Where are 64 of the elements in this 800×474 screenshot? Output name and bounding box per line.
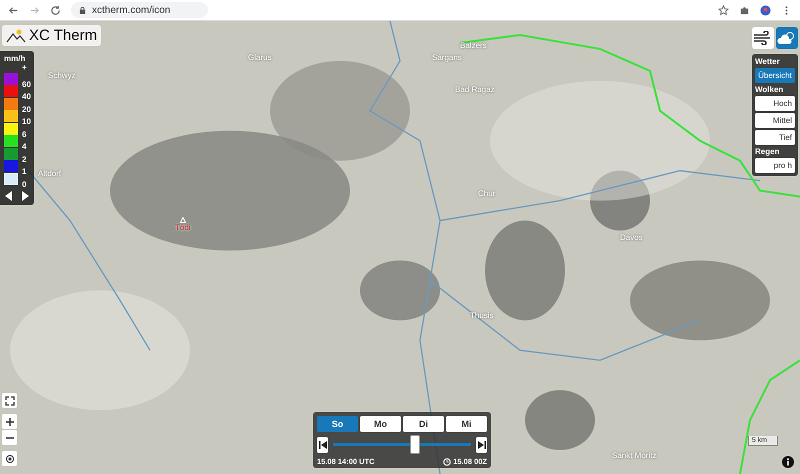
- right-arrow-icon[interactable]: [21, 190, 29, 200]
- skip-back-button[interactable]: [317, 436, 328, 452]
- cloud-sun-icon: [777, 31, 797, 45]
- place-label: Davos: [620, 233, 643, 242]
- weather-button[interactable]: [776, 27, 798, 49]
- left-arrow-icon[interactable]: [5, 190, 13, 200]
- slider-thumb[interactable]: [410, 435, 420, 454]
- section-heading: Wolken: [755, 85, 784, 94]
- place-label: Sankt Moritz: [612, 451, 656, 460]
- locate-button[interactable]: [2, 451, 17, 466]
- skip-forward-button[interactable]: [476, 436, 487, 452]
- url-text: xctherm.com/icon: [92, 4, 170, 16]
- place-label: Chur: [478, 189, 496, 198]
- legend-label: 2: [22, 156, 26, 164]
- section-heading: Wetter: [755, 57, 781, 66]
- zoom-out-button[interactable]: [2, 430, 17, 445]
- lock-icon: [79, 6, 86, 14]
- place-label: Tödi: [175, 223, 191, 232]
- place-label: Glarus: [248, 53, 272, 62]
- fullscreen-button[interactable]: [2, 393, 17, 408]
- peak-icon: [180, 217, 186, 223]
- avatar-icon[interactable]: [760, 4, 771, 16]
- layer-option-button[interactable]: Hoch: [755, 96, 795, 111]
- place-label: Schwyz: [48, 71, 76, 80]
- address-bar[interactable]: xctherm.com/icon: [71, 2, 208, 18]
- clock-icon: [443, 458, 452, 466]
- zoom-in-button[interactable]: [2, 414, 17, 429]
- place-label: Bad Ragaz: [455, 85, 495, 94]
- expand-icon: [4, 396, 14, 406]
- skip-back-icon: [318, 440, 326, 448]
- target-icon: [4, 454, 14, 464]
- place-label: Altdorf: [38, 169, 62, 178]
- day-tab[interactable]: Mi: [446, 416, 487, 432]
- app-title: XC Therm: [29, 27, 98, 44]
- layer-option-button[interactable]: Mittel: [755, 113, 795, 128]
- legend-label: 20: [22, 106, 31, 114]
- layer-option-button[interactable]: pro h: [755, 158, 795, 173]
- mountain-sun-icon: [6, 28, 26, 42]
- place-label: Balzers: [460, 41, 487, 50]
- wind-button[interactable]: [752, 27, 774, 49]
- legend-label: 40: [22, 93, 31, 101]
- info-icon[interactable]: [782, 456, 794, 468]
- skip-forward-icon: [478, 440, 486, 448]
- back-icon[interactable]: [8, 4, 19, 16]
- day-tab[interactable]: So: [317, 416, 358, 432]
- legend-label: 6: [22, 130, 26, 138]
- section-heading: Regen: [755, 147, 780, 156]
- legend-label: 4: [22, 143, 26, 151]
- legend-label: 60: [22, 80, 31, 88]
- legend-unit: mm/h: [3, 54, 26, 63]
- legend-label: +: [22, 64, 28, 72]
- legend-label: 1: [22, 168, 26, 176]
- layer-option-button[interactable]: Übersicht: [755, 68, 795, 83]
- plus-icon: [4, 416, 14, 426]
- layer-option-button[interactable]: Tief: [755, 130, 795, 145]
- day-tab[interactable]: Mo: [360, 416, 401, 432]
- legend-label: 10: [22, 118, 31, 126]
- star-icon[interactable]: [718, 4, 729, 16]
- logo-badge[interactable]: XC Therm: [2, 25, 102, 46]
- wind-icon: [753, 31, 773, 45]
- place-label: Sargans: [432, 53, 462, 62]
- day-tab[interactable]: Di: [403, 416, 444, 432]
- reload-icon[interactable]: [50, 4, 61, 16]
- legend-label: 0: [22, 180, 26, 188]
